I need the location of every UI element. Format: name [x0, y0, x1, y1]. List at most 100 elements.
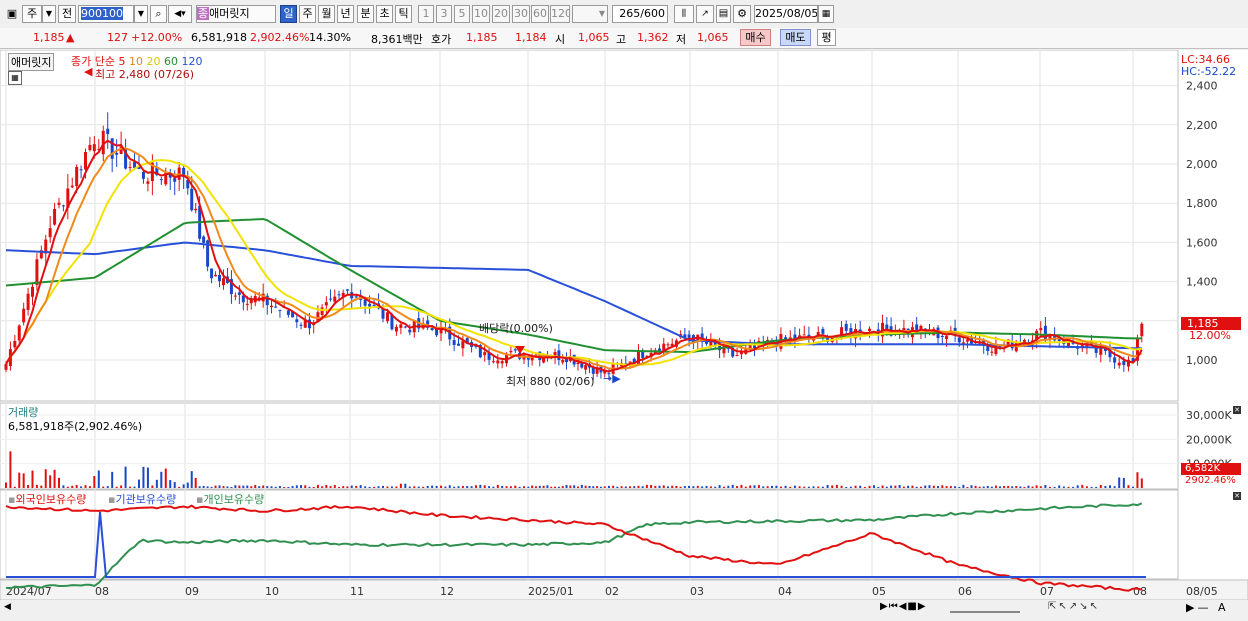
- volume-bar: [624, 486, 627, 488]
- scroll-left-icon[interactable]: ◀: [4, 602, 11, 612]
- buy-button[interactable]: 매수: [740, 29, 771, 46]
- interval-120[interactable]: 120: [550, 5, 570, 23]
- candle-body: [320, 307, 324, 315]
- candle-body: [687, 334, 691, 338]
- volume-bar: [1072, 486, 1075, 488]
- prev-button[interactable]: 전: [58, 5, 76, 23]
- candle-body: [202, 236, 206, 243]
- volume-bar: [435, 485, 438, 488]
- volume-bar: [13, 486, 16, 488]
- candle-body: [214, 274, 218, 277]
- high-label: 고: [616, 33, 627, 46]
- tab-week[interactable]: 주: [299, 5, 316, 23]
- tab-month[interactable]: 월: [318, 5, 335, 23]
- volume-bar: [658, 485, 661, 488]
- individual-legend-label: 개인보유수량: [203, 493, 265, 506]
- volume-bar: [1127, 485, 1130, 488]
- period-type-dropdown-icon[interactable]: ▼: [42, 5, 56, 23]
- code-input[interactable]: 900100: [78, 5, 134, 23]
- interval-30[interactable]: 30: [512, 5, 530, 23]
- sound-icon[interactable]: ◀▾: [168, 5, 192, 23]
- volume-bar: [431, 485, 434, 488]
- volume-bar: [1062, 486, 1065, 488]
- time-axis-label: 08: [1133, 585, 1147, 598]
- settings-icon[interactable]: ⚙: [733, 5, 751, 23]
- volume-bar: [373, 486, 376, 488]
- chart-window: ▣ 주 ▼ 전 900100 ▼ ⌕ ◀▾ 종애머릿지 일 주 월 년 분 초 …: [0, 0, 1248, 621]
- interval-10[interactable]: 10: [472, 5, 490, 23]
- interval-60[interactable]: 60: [531, 5, 549, 23]
- volume-bar: [633, 486, 636, 488]
- volume-bar: [550, 486, 553, 488]
- tab-second[interactable]: 초: [376, 5, 393, 23]
- volume-bar: [198, 486, 201, 488]
- volume-bar: [714, 486, 717, 488]
- candle-body: [70, 185, 74, 188]
- volume-bar: [817, 486, 820, 488]
- code-dropdown-icon[interactable]: ▼: [134, 5, 148, 23]
- tab-day[interactable]: 일: [280, 5, 297, 23]
- tab-minute[interactable]: 분: [357, 5, 374, 23]
- volume-bar: [954, 486, 957, 488]
- volume-bar: [612, 485, 615, 488]
- volume-bar: [155, 479, 158, 488]
- chart-canvas[interactable]: 2,4002,2002,0001,8001,6001,4001,2001,000…: [0, 50, 1248, 621]
- volume-panel-close-icon[interactable]: ✕: [1233, 406, 1241, 414]
- save-icon[interactable]: ▤: [716, 5, 731, 23]
- volume-bar: [222, 486, 225, 488]
- zoom-controls[interactable]: ▶— A: [1186, 601, 1228, 614]
- volume-bar: [1104, 485, 1107, 488]
- candle-body: [584, 365, 588, 370]
- candle-body: [868, 328, 872, 331]
- window-icon[interactable]: ▣: [4, 5, 20, 23]
- stock-name: 애머릿지: [209, 7, 250, 20]
- holding-panel-close-icon[interactable]: ✕: [1233, 492, 1241, 500]
- candle-body: [106, 128, 110, 135]
- max-marker-icon: ◀: [84, 65, 93, 78]
- sell-button[interactable]: 매도: [780, 29, 811, 46]
- interval-20[interactable]: 20: [492, 5, 510, 23]
- volume-bar: [440, 485, 443, 488]
- institution-legend-label: 기관보유수량: [115, 493, 177, 506]
- min-price-label: 최저 880 (02/06): [506, 375, 595, 388]
- candle-icon[interactable]: ⫼: [674, 5, 694, 23]
- line-tool-icon[interactable]: ↗: [696, 5, 714, 23]
- interval-1[interactable]: 1: [418, 5, 434, 23]
- candle-body: [159, 179, 163, 181]
- candle-body: [628, 361, 632, 363]
- tab-tick[interactable]: 틱: [395, 5, 412, 23]
- drawing-tools[interactable]: ⇱↖↗↘↖: [1048, 601, 1100, 612]
- zoom-slider[interactable]: [950, 601, 1020, 613]
- volume-bar: [238, 485, 241, 488]
- volume-bar: [709, 486, 712, 488]
- volume-bar: [826, 485, 829, 488]
- low-label: 저: [676, 33, 687, 46]
- volume-bar: [1027, 485, 1030, 488]
- time-axis-label: 12: [440, 585, 454, 598]
- volume-bar: [603, 486, 606, 488]
- interval-5[interactable]: 5: [454, 5, 470, 23]
- search-icon[interactable]: ⌕: [150, 5, 167, 23]
- candle-body: [333, 296, 337, 302]
- volume-bar: [106, 486, 109, 488]
- volume-bar: [701, 486, 704, 488]
- dividend-label: 배당락(0.00%): [479, 322, 553, 335]
- volume-bar: [254, 484, 257, 488]
- playback-controls[interactable]: ▶⏮◀■▶: [880, 601, 927, 612]
- volume-bar: [592, 486, 595, 488]
- volume-bar: [283, 486, 286, 488]
- volume-bar: [270, 486, 273, 488]
- interval-3[interactable]: 3: [436, 5, 452, 23]
- volume-bar: [390, 486, 393, 488]
- count-field[interactable]: 265/600: [612, 5, 668, 23]
- interval-custom-select[interactable]: ▼: [572, 5, 608, 23]
- table-icon[interactable]: ▦: [8, 71, 22, 85]
- eval-button[interactable]: 평: [817, 29, 836, 46]
- candle-body: [270, 305, 274, 308]
- candle-body: [457, 343, 460, 346]
- date-input[interactable]: 2025/08/05: [754, 5, 818, 23]
- tab-year[interactable]: 년: [337, 5, 354, 23]
- candle-body: [509, 350, 513, 353]
- calendar-icon[interactable]: ▦: [818, 5, 834, 23]
- period-type-select[interactable]: 주: [22, 5, 42, 23]
